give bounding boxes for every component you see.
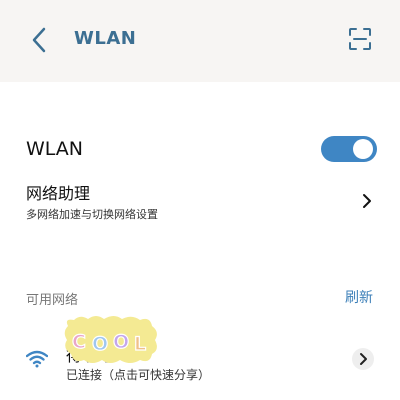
wlan-row: WLAN — [0, 128, 400, 170]
chevron-right-icon — [360, 353, 367, 365]
wlan-label: WLAN — [26, 138, 84, 160]
network-assistant-subtitle: 多网络加速与切换网络设置 — [26, 208, 158, 221]
svg-text:O: O — [113, 331, 129, 353]
header: WLAN — [0, 0, 400, 82]
scan-icon[interactable] — [348, 27, 372, 51]
chevron-right-icon — [363, 194, 371, 208]
back-icon[interactable] — [28, 26, 52, 54]
network-list-item[interactable]: 得ヶ号 已连接（点击可快速分享） — [0, 336, 400, 384]
cool-sticker-icon: C O O L — [64, 316, 157, 363]
svg-text:L: L — [134, 333, 146, 355]
network-assistant-title: 网络助理 — [26, 184, 91, 203]
refresh-button[interactable]: 刷新 — [345, 287, 373, 307]
svg-text:O: O — [92, 333, 108, 355]
wifi-icon — [26, 350, 48, 368]
network-detail-button[interactable] — [352, 348, 374, 370]
network-status: 已连接（点击可快速分享） — [66, 368, 211, 382]
section-title: 可用网络 — [26, 293, 79, 308]
toggle-knob — [353, 139, 373, 159]
page-title: WLAN — [74, 28, 137, 49]
wlan-toggle[interactable] — [321, 136, 377, 162]
network-assistant-row[interactable]: 网络助理 多网络加速与切换网络设置 — [0, 176, 400, 228]
available-networks-header: 可用网络 刷新 — [0, 286, 400, 310]
svg-text:C: C — [72, 331, 86, 353]
